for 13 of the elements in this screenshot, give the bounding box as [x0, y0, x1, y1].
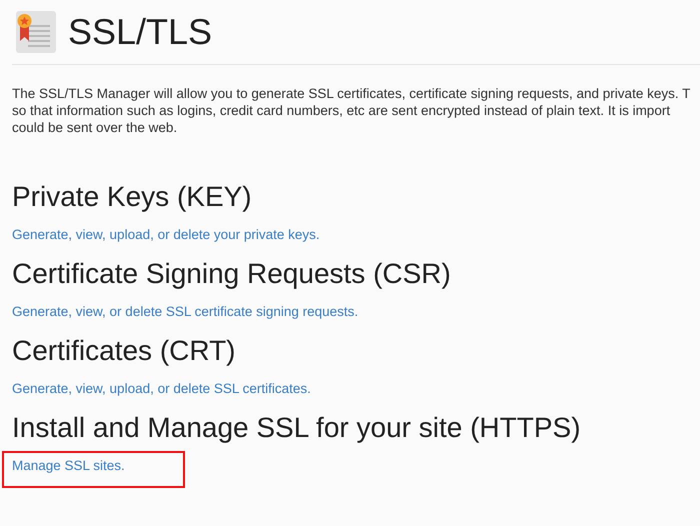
description-line: so that information such as logins, credit card numbers, etc are sent encrypted instead of plain text. It is import	[12, 102, 672, 119]
section-heading: Private Keys (KEY)	[12, 180, 253, 214]
section-link[interactable]: Generate, view, upload, or delete SSL certificates.	[12, 381, 311, 396]
section-link[interactable]: Manage SSL sites.	[12, 458, 125, 473]
section-link[interactable]: Generate, view, or delete SSL certificate signing requests.	[12, 304, 358, 319]
section-heading: Install and Manage SSL for your site (HTTPS)	[12, 411, 582, 445]
section-heading: Certificates (CRT)	[12, 334, 237, 368]
page-title: SSL/TLS	[68, 11, 212, 53]
description-line: The SSL/TLS Manager will allow you to generate SSL certificates, certificate signing requests, and private keys. T	[12, 85, 692, 102]
description-line: could be sent over the web.	[12, 119, 178, 136]
certificate-icon	[16, 11, 56, 53]
section-link[interactable]: Generate, view, upload, or delete your private keys.	[12, 227, 320, 242]
section-heading: Certificate Signing Requests (CSR)	[12, 257, 452, 291]
